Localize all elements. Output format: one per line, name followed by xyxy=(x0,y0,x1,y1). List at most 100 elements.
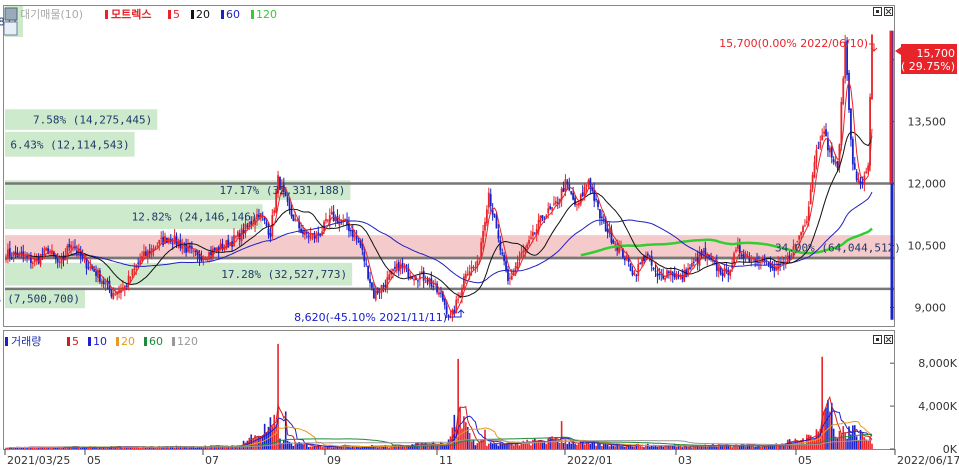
side-menu-icon[interactable] xyxy=(3,21,18,36)
volume-bar xyxy=(505,444,507,449)
candle-body xyxy=(482,230,484,243)
candle-body xyxy=(179,239,182,249)
candle-body xyxy=(357,240,360,242)
candle-body xyxy=(332,211,335,221)
candle-body xyxy=(388,274,391,280)
volume-bar xyxy=(472,439,475,449)
candle-body xyxy=(723,268,726,277)
legend-ma-list: 5 20 60 120 xyxy=(168,8,277,21)
legend-volume-ma-label: 60 xyxy=(149,335,163,348)
candle-body xyxy=(677,275,680,277)
price-panel-menu-icon[interactable] xyxy=(4,7,18,21)
volume-bar xyxy=(62,447,65,449)
candle-body xyxy=(365,263,368,265)
candle-body xyxy=(851,139,854,165)
volume-bar xyxy=(495,444,498,449)
volume-bar xyxy=(152,447,155,449)
date-tick-label: 03 xyxy=(678,454,692,467)
candle-body xyxy=(160,237,163,239)
volume-bar xyxy=(503,444,505,449)
price-panel: 0.72% (1,347,382)7.58% (14,275,445)6.43%… xyxy=(0,5,957,327)
volume-bar xyxy=(5,447,7,449)
volume-bar xyxy=(173,447,176,449)
date-tick-label: 05 xyxy=(798,454,812,467)
volume-bar xyxy=(618,445,620,449)
volume-bar xyxy=(871,443,873,449)
volume-profile-labels: 0.72% (1,347,382)7.58% (14,275,445)6.43%… xyxy=(0,15,901,305)
candle-body xyxy=(233,235,235,247)
candle-body xyxy=(855,171,858,181)
volume-bar xyxy=(300,443,302,449)
candle-body xyxy=(750,259,753,261)
volume-bar xyxy=(760,446,762,449)
candle-body xyxy=(842,78,845,104)
candle-body xyxy=(861,182,864,184)
volume-profile-label: 3.98% (7,500,700) xyxy=(0,293,80,306)
volume-bar xyxy=(556,441,559,449)
candle-body xyxy=(650,256,653,266)
volume-bar xyxy=(530,445,532,449)
date-tick-label: 2022/01 xyxy=(567,454,613,467)
candle-body xyxy=(24,255,27,258)
volume-profile-label: 12.82% (24,146,146) xyxy=(132,211,258,224)
volume-bar xyxy=(302,444,304,449)
candle-body xyxy=(173,235,176,244)
date-tick-label: 07 xyxy=(205,454,219,467)
volume-bar xyxy=(194,447,197,449)
candle-body xyxy=(612,240,615,244)
candle-body xyxy=(733,253,735,264)
volume-bar xyxy=(622,446,624,449)
volume-bar xyxy=(129,447,132,449)
volume-bar xyxy=(558,442,561,449)
candle-body xyxy=(49,252,51,254)
volume-bar xyxy=(560,421,563,449)
candle-body xyxy=(443,298,446,306)
legend-symbol-swatch xyxy=(105,10,108,19)
candle-body xyxy=(694,258,697,262)
volume-bar xyxy=(624,446,626,449)
candle-body xyxy=(499,240,502,251)
volume-bar xyxy=(547,438,550,449)
candle-body xyxy=(288,201,291,210)
volume-bar xyxy=(470,441,473,449)
date-tick-label: 2022/06/17 xyxy=(897,454,959,467)
candle-body xyxy=(102,280,105,285)
volume-bar xyxy=(55,447,57,449)
volume-bar xyxy=(679,446,682,449)
volume-bar xyxy=(685,446,687,449)
candle-body xyxy=(804,225,806,227)
volume-bar xyxy=(836,438,839,449)
volume-bar xyxy=(7,447,9,449)
candle-body xyxy=(853,163,856,170)
candle-body xyxy=(5,259,7,261)
candle-body xyxy=(871,35,873,100)
volume-bar xyxy=(662,446,664,449)
volume-bar xyxy=(754,446,756,449)
candle-body xyxy=(587,180,590,184)
volume-bar xyxy=(846,438,848,449)
candle-body xyxy=(246,225,249,227)
candle-body xyxy=(576,204,578,206)
candle-body xyxy=(551,207,553,210)
volume-bar xyxy=(650,445,653,449)
candle-body xyxy=(70,245,73,249)
candle-body xyxy=(526,244,529,249)
volume-bar xyxy=(520,443,523,449)
candle-body xyxy=(58,261,61,263)
volume-bar xyxy=(641,446,643,449)
candle-body xyxy=(292,214,295,222)
current-price-change: ( 29.75%) xyxy=(901,60,955,73)
volume-bar xyxy=(614,446,617,449)
candle-body xyxy=(129,277,132,279)
volume-bar xyxy=(765,446,768,449)
volume-profile-label: 34.00% (64,044,512) xyxy=(775,242,901,255)
stock-chart: 0.72% (1,347,382)7.58% (14,275,445)6.43%… xyxy=(0,5,959,467)
candle-body xyxy=(164,236,166,245)
volume-profile-label: 17.17% (32,331,188) xyxy=(220,184,346,197)
volume-bar xyxy=(436,445,438,449)
candle-body xyxy=(528,239,530,244)
volume-bar xyxy=(399,446,402,449)
high-price-annotation: 15,700(0.00% 2022/06/10) xyxy=(719,37,868,50)
volume-bar xyxy=(526,439,528,449)
candle-body xyxy=(702,250,705,254)
